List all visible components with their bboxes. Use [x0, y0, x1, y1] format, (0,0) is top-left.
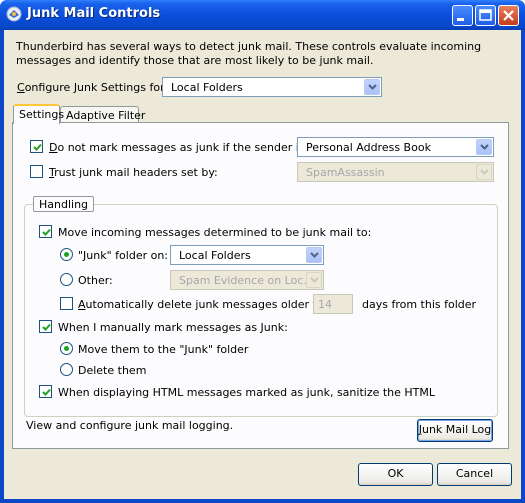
close-button[interactable]	[498, 5, 519, 26]
cancel-button[interactable]: Cancel	[437, 463, 512, 486]
auto-delete-suffix: days from this folder	[362, 298, 477, 311]
other-folder-radio[interactable]	[60, 273, 73, 286]
junk-mail-controls-window: Junk Mail Controls Thunderbird has sever…	[0, 0, 525, 503]
address-book-select[interactable]: Personal Address Book	[297, 137, 494, 157]
tab-settings[interactable]: Settings	[13, 104, 64, 124]
whitelist-checkbox[interactable]	[30, 140, 43, 153]
junk-folder-account-select[interactable]: Local Folders	[170, 245, 324, 265]
minimize-button[interactable]	[452, 5, 473, 26]
radio-selected-dot	[64, 252, 69, 257]
delete-them-label: Delete them	[78, 364, 147, 377]
checkmark-icon	[33, 143, 42, 151]
other-folder-label: Other:	[78, 274, 113, 287]
whitelist-label: Do not mark messages as junk if the send…	[49, 141, 322, 154]
chevron-down-icon[interactable]	[364, 79, 380, 95]
junk-folder-radio[interactable]	[60, 248, 73, 261]
chevron-down-icon	[306, 272, 322, 288]
other-folder-value: Spam Evidence on Loc...	[179, 274, 314, 287]
other-folder-select: Spam Evidence on Loc...	[170, 270, 324, 290]
auto-delete-days-input[interactable]: 14	[313, 294, 353, 314]
checkmark-icon	[42, 323, 51, 331]
intro-text: Thunderbird has several ways to detect j…	[16, 40, 482, 67]
sanitize-html-label: When displaying HTML messages marked as …	[58, 386, 436, 399]
chevron-down-icon[interactable]	[476, 139, 492, 155]
junk-folder-label: "Junk" folder on:	[78, 249, 169, 262]
junk-folder-account-value: Local Folders	[179, 249, 251, 262]
manual-mark-checkbox[interactable]	[39, 320, 52, 333]
configure-account-select[interactable]: Local Folders	[162, 77, 382, 97]
trust-headers-label: Trust junk mail headers set by:	[49, 166, 218, 179]
move-incoming-checkbox[interactable]	[39, 225, 52, 238]
window-title: Junk Mail Controls	[27, 6, 161, 21]
ok-button[interactable]: OK	[358, 463, 433, 486]
delete-them-radio[interactable]	[60, 363, 73, 376]
move-to-junk-radio[interactable]	[60, 342, 73, 355]
auto-delete-checkbox[interactable]	[60, 297, 73, 310]
trust-headers-value: SpamAssassin	[306, 166, 385, 179]
maximize-button[interactable]	[475, 5, 496, 26]
title-bar[interactable]: Junk Mail Controls	[0, 0, 525, 30]
trust-headers-checkbox[interactable]	[30, 165, 43, 178]
thunderbird-icon	[6, 6, 22, 22]
checkmark-icon	[42, 388, 51, 396]
configure-account-value: Local Folders	[171, 81, 243, 94]
trust-headers-select: SpamAssassin	[297, 162, 494, 182]
logging-label: View and configure junk mail logging.	[26, 419, 234, 432]
minimize-icon	[457, 18, 464, 21]
dialog-body: Thunderbird has several ways to detect j…	[4, 30, 521, 499]
move-incoming-label: Move incoming messages determined to be …	[58, 226, 372, 239]
configure-label: Configure Junk Settings for:	[17, 81, 169, 94]
sanitize-html-checkbox[interactable]	[39, 385, 52, 398]
address-book-value: Personal Address Book	[306, 141, 431, 154]
junk-mail-log-button[interactable]: Junk Mail Log	[417, 419, 493, 442]
chevron-down-icon	[476, 164, 492, 180]
auto-delete-label: Automatically delete junk messages older…	[78, 298, 338, 311]
checkmark-icon	[42, 228, 51, 236]
handling-group-title: Handling	[33, 196, 95, 212]
chevron-down-icon[interactable]	[306, 247, 322, 263]
radio-selected-dot	[64, 346, 69, 351]
manual-mark-label: When I manually mark messages as Junk:	[58, 321, 288, 334]
maximize-icon	[479, 9, 492, 21]
close-icon	[503, 10, 514, 21]
move-to-junk-label: Move them to the "Junk" folder	[78, 343, 249, 356]
